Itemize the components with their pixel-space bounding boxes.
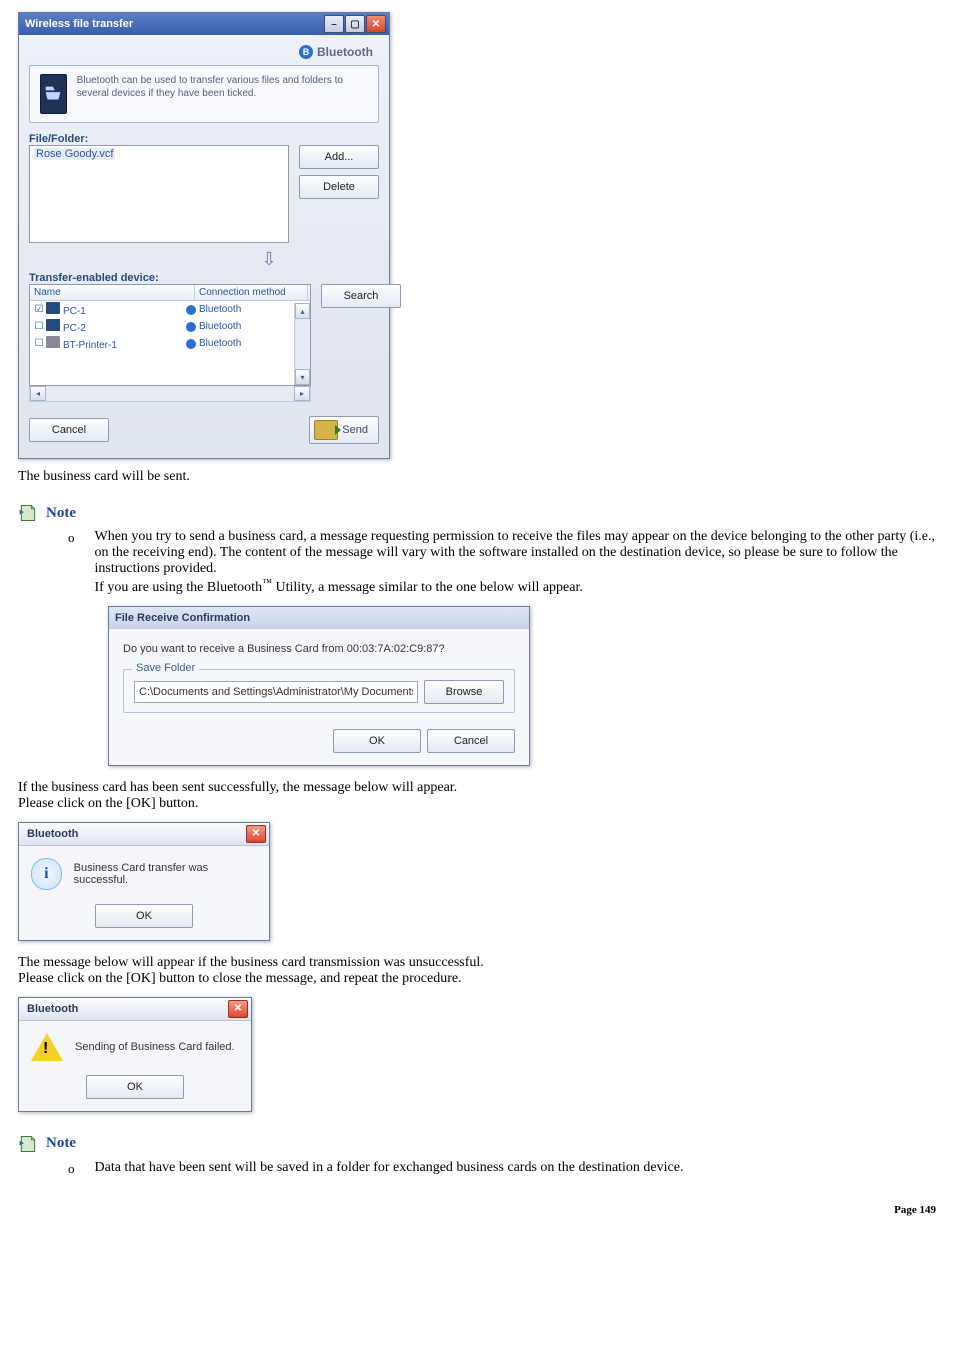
bullet-marker: o (68, 1160, 75, 1178)
note-body-text: If you are using the Bluetooth™ Utility,… (95, 580, 583, 595)
window-title: Bluetooth (27, 1003, 78, 1015)
wireless-file-transfer-dialog: Wireless file transfer – ▢ ✕ B Bluetooth… (18, 12, 390, 459)
note-icon (18, 503, 38, 523)
scroll-right-button[interactable]: ▸ (294, 386, 310, 401)
col-name[interactable]: Name (30, 285, 195, 300)
browse-button[interactable]: Browse (424, 680, 504, 704)
device-checkbox[interactable]: ☐ (32, 338, 46, 349)
dialog-description: Bluetooth can be used to transfer variou… (77, 74, 368, 100)
close-button[interactable]: ✕ (366, 15, 386, 33)
col-connection[interactable]: Connection method (195, 285, 308, 300)
save-folder-input[interactable] (134, 681, 418, 703)
search-button[interactable]: Search (321, 284, 401, 308)
scroll-left-button[interactable]: ◂ (30, 386, 46, 401)
body-text: Please click on the [OK] button. (18, 796, 198, 811)
window-title: File Receive Confirmation (115, 612, 250, 624)
save-folder-legend: Save Folder (132, 662, 199, 674)
note-heading: Note (46, 1135, 76, 1152)
bluetooth-success-messagebox: Bluetooth ✕ i Business Card transfer was… (18, 822, 270, 941)
file-item[interactable]: Rose Goody.vcf (34, 148, 115, 160)
printer-icon (46, 336, 60, 348)
ok-button[interactable]: OK (86, 1075, 184, 1099)
add-button[interactable]: Add... (299, 145, 379, 169)
file-receive-confirmation-dialog: File Receive Confirmation Do you want to… (108, 606, 530, 766)
note-heading: Note (46, 505, 76, 522)
window-title: Wireless file transfer (25, 18, 133, 30)
horizontal-scrollbar[interactable]: ◂ ▸ (29, 386, 311, 402)
maximize-button[interactable]: ▢ (345, 15, 365, 33)
body-text: Please click on the [OK] button to close… (18, 971, 462, 986)
file-listbox[interactable]: Rose Goody.vcf (29, 145, 289, 243)
device-listbox[interactable]: Name Connection method ☑ PC-1 Bluetooth … (29, 284, 311, 386)
ok-button[interactable]: OK (95, 904, 193, 928)
computer-icon (46, 319, 60, 331)
note-body-text: When you try to send a business card, a … (95, 529, 936, 576)
transfer-enabled-label: Transfer-enabled device: (29, 272, 379, 284)
note-icon (18, 1134, 38, 1154)
device-checkbox[interactable]: ☑ (32, 304, 46, 315)
body-text: The business card will be sent. (18, 469, 936, 485)
body-text: If the business card has been sent succe… (18, 780, 457, 795)
scroll-down-button[interactable]: ▾ (295, 369, 310, 385)
warning-icon (31, 1033, 63, 1061)
confirmation-question: Do you want to receive a Business Card f… (123, 643, 515, 655)
minimize-button[interactable]: – (324, 15, 344, 33)
cancel-button[interactable]: Cancel (427, 729, 515, 753)
message-text: Sending of Business Card failed. (75, 1041, 235, 1053)
body-text: The message below will appear if the bus… (18, 955, 484, 970)
message-text: Business Card transfer was successful. (74, 862, 257, 886)
down-arrow-icon: ⇩ (159, 249, 379, 270)
cancel-button[interactable]: Cancel (29, 418, 109, 442)
bullet-marker: o (68, 529, 75, 596)
titlebar: Bluetooth ✕ (19, 823, 269, 846)
bluetooth-brand-text: Bluetooth (317, 45, 373, 59)
bluetooth-icon: B (299, 45, 313, 59)
info-icon: i (31, 858, 62, 890)
computer-icon (46, 302, 60, 314)
scroll-up-button[interactable]: ▴ (295, 303, 310, 319)
device-row[interactable]: ☑ PC-1 Bluetooth (30, 301, 310, 318)
device-row[interactable]: ☐ PC-2 Bluetooth (30, 318, 310, 335)
bluetooth-fail-messagebox: Bluetooth ✕ Sending of Business Card fai… (18, 997, 252, 1112)
note-body-text: Data that have been sent will be saved i… (95, 1160, 937, 1178)
window-title: Bluetooth (27, 828, 78, 840)
send-icon (314, 420, 338, 440)
titlebar: File Receive Confirmation (109, 607, 529, 629)
close-button[interactable]: ✕ (228, 1000, 248, 1018)
close-button[interactable]: ✕ (246, 825, 266, 843)
titlebar: Wireless file transfer – ▢ ✕ (19, 13, 389, 35)
send-button[interactable]: Send (309, 416, 379, 444)
device-row[interactable]: ☐ BT-Printer-1 Bluetooth (30, 335, 310, 352)
bluetooth-icon (186, 322, 196, 332)
bluetooth-logo: B Bluetooth (299, 45, 373, 59)
delete-button[interactable]: Delete (299, 175, 379, 199)
ok-button[interactable]: OK (333, 729, 421, 753)
titlebar: Bluetooth ✕ (19, 998, 251, 1021)
transfer-icon (40, 74, 67, 114)
bluetooth-icon (186, 305, 196, 315)
bluetooth-icon (186, 339, 196, 349)
vertical-scrollbar[interactable]: ▴ ▾ (294, 303, 310, 385)
device-checkbox[interactable]: ☐ (32, 321, 46, 332)
page-number: Page 149 (18, 1204, 936, 1216)
file-folder-label: File/Folder: (29, 133, 379, 145)
